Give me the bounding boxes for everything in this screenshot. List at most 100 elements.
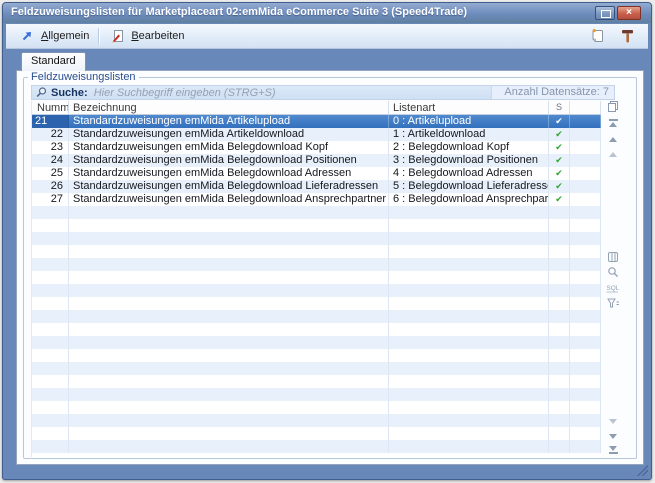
table-row[interactable]: 26 Standardzuweisungen emMida Belegdownl… <box>32 180 601 193</box>
table-row-empty[interactable] <box>32 284 601 297</box>
cell-filler <box>570 440 601 453</box>
table-row-empty[interactable] <box>32 401 601 414</box>
cell-listenart <box>389 388 549 401</box>
prev-record-icon[interactable] <box>605 148 621 160</box>
cell-nummer: 22 <box>32 128 69 141</box>
cell-listenart <box>389 232 549 245</box>
next-record-icon[interactable] <box>605 415 621 427</box>
cell-filler <box>570 232 601 245</box>
cell-filler <box>570 258 601 271</box>
table-row[interactable]: 27 Standardzuweisungen emMida Belegdownl… <box>32 193 601 206</box>
cell-nummer <box>32 284 69 297</box>
cell-listenart <box>389 245 549 258</box>
table-row-empty[interactable] <box>32 219 601 232</box>
table-row-empty[interactable] <box>32 414 601 427</box>
page-up-icon[interactable] <box>605 133 621 145</box>
table-row-empty[interactable] <box>32 245 601 258</box>
table-row-empty[interactable] <box>32 323 601 336</box>
hammer-icon[interactable] <box>618 27 636 45</box>
cell-listenart <box>389 414 549 427</box>
cell-bezeichnung <box>69 349 389 362</box>
cell-listenart <box>389 258 549 271</box>
cell-filler <box>570 427 601 440</box>
cell-filler <box>570 219 601 232</box>
cell-filler <box>570 180 601 193</box>
tab-standard[interactable]: Standard <box>21 52 86 71</box>
table-row[interactable]: 21 Standardzuweisungen emMida Artikelupl… <box>32 115 601 128</box>
cell-bezeichnung <box>69 427 389 440</box>
check-icon <box>549 336 570 349</box>
cell-bezeichnung: Standardzuweisungen emMida Belegdownload… <box>69 154 389 167</box>
cell-filler <box>570 401 601 414</box>
filter-icon[interactable] <box>605 297 621 309</box>
maximize-button[interactable] <box>595 6 615 20</box>
bearbeiten-label: Bearbeiten <box>131 30 184 42</box>
cell-nummer <box>32 414 69 427</box>
cell-listenart <box>389 427 549 440</box>
column-chooser-icon[interactable] <box>605 251 621 263</box>
resize-grip[interactable] <box>637 465 648 476</box>
search-bar[interactable]: Suche: Hier Suchbegriff eingeben (STRG+S… <box>31 85 615 100</box>
table-row-empty[interactable] <box>32 297 601 310</box>
cell-listenart: 4 : Belegdownload Adressen <box>389 167 549 180</box>
table-row-empty[interactable] <box>32 349 601 362</box>
go-last-icon[interactable] <box>605 444 621 456</box>
cell-listenart <box>389 349 549 362</box>
table-row[interactable]: 25 Standardzuweisungen emMida Belegdownl… <box>32 167 601 180</box>
cell-nummer: 25 <box>32 167 69 180</box>
check-icon <box>549 414 570 427</box>
cell-filler <box>570 388 601 401</box>
close-button[interactable]: × <box>617 6 641 20</box>
check-icon: ✔ <box>549 180 570 193</box>
table-row-empty[interactable] <box>32 388 601 401</box>
column-header-listenart[interactable]: Listenart <box>389 101 549 114</box>
table-row-empty[interactable] <box>32 206 601 219</box>
table-row[interactable]: 22 Standardzuweisungen emMida Artikeldow… <box>32 128 601 141</box>
cell-listenart <box>389 401 549 414</box>
table-row-empty[interactable] <box>32 271 601 284</box>
app-window: Feldzuweisungslisten für Marketplaceart … <box>2 2 652 480</box>
table-row-empty[interactable] <box>32 336 601 349</box>
toolbar-separator <box>98 28 99 44</box>
check-icon: ✔ <box>549 128 570 141</box>
table-row-empty[interactable] <box>32 310 601 323</box>
allgemein-button[interactable]: Allgemein <box>12 26 95 46</box>
table-row-empty[interactable] <box>32 440 601 453</box>
cell-listenart <box>389 362 549 375</box>
cell-filler <box>570 362 601 375</box>
feldzuweisungslisten-groupbox: Feldzuweisungslisten Suche: Hier Suchbeg… <box>23 77 637 459</box>
cell-filler <box>570 271 601 284</box>
check-icon <box>549 349 570 362</box>
column-header-filler <box>570 101 601 114</box>
table-row-empty[interactable] <box>32 232 601 245</box>
table-row-empty[interactable] <box>32 427 601 440</box>
table-row-empty[interactable] <box>32 258 601 271</box>
table-row-empty[interactable] <box>32 375 601 388</box>
cell-listenart <box>389 323 549 336</box>
bearbeiten-button[interactable]: Bearbeiten <box>102 26 190 46</box>
table-row[interactable]: 23 Standardzuweisungen emMida Belegdownl… <box>32 141 601 154</box>
zoom-icon[interactable] <box>605 266 621 278</box>
sql-icon[interactable]: SQL <box>605 282 621 294</box>
search-icon <box>36 87 47 98</box>
copy-icon[interactable] <box>605 101 621 113</box>
column-header-s[interactable]: S <box>549 101 570 114</box>
go-first-icon[interactable] <box>605 117 621 129</box>
table-row-empty[interactable] <box>32 362 601 375</box>
cell-bezeichnung: Standardzuweisungen emMida Belegdownload… <box>69 193 389 206</box>
column-header-bezeichnung[interactable]: Bezeichnung <box>69 101 389 114</box>
titlebar[interactable]: Feldzuweisungslisten für Marketplaceart … <box>3 3 651 23</box>
cell-filler <box>570 375 601 388</box>
cell-listenart: 6 : Belegdownload Ansprechpartner <box>389 193 549 206</box>
cell-filler <box>570 245 601 258</box>
check-icon <box>549 362 570 375</box>
search-input[interactable]: Hier Suchbegriff eingeben (STRG+S) <box>94 87 276 99</box>
check-icon <box>549 401 570 414</box>
check-icon <box>549 232 570 245</box>
table-row[interactable]: 24 Standardzuweisungen emMida Belegdownl… <box>32 154 601 167</box>
cell-bezeichnung <box>69 375 389 388</box>
new-document-icon[interactable] <box>589 27 607 45</box>
cell-listenart: 2 : Belegdownload Kopf <box>389 141 549 154</box>
page-down-icon[interactable] <box>605 430 621 442</box>
column-header-nummer[interactable]: Nummer <box>32 101 69 114</box>
